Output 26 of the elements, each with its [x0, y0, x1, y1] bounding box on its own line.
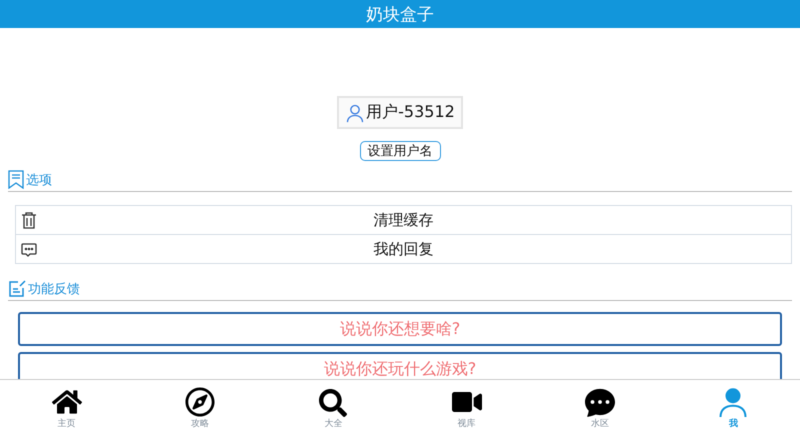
edit-icon — [8, 280, 26, 298]
nav-tab[interactable]: 我 — [666, 380, 800, 431]
username: 用户-53512 — [366, 102, 455, 123]
option-label: 清理缓存 — [374, 210, 434, 230]
nav-tab[interactable]: 视库 — [400, 380, 534, 431]
option-row[interactable]: 清理缓存 — [16, 206, 791, 234]
option-label: 我的回复 — [374, 240, 434, 258]
section-title: 选项 — [26, 172, 52, 188]
nav-tab[interactable]: 攻略 — [133, 380, 267, 431]
search-icon[interactable] — [319, 389, 348, 417]
trash-icon — [21, 212, 37, 229]
nav-tab[interactable]: 主页 — [0, 380, 134, 431]
feedback-button[interactable]: 说说你还玩什么游戏? — [18, 352, 782, 379]
nav-tab[interactable]: 大全 — [266, 380, 400, 431]
chat-icon[interactable] — [584, 387, 615, 417]
feedback-button[interactable]: 说说你还想要啥? — [18, 312, 782, 346]
set-username-button[interactable]: 设置用户名 — [360, 141, 440, 161]
user-icon[interactable] — [718, 387, 748, 417]
nav-tab[interactable]: 水区 — [533, 380, 667, 431]
section-title: 功能反馈 — [28, 281, 80, 298]
app-title: 奶块盒子 — [0, 0, 800, 28]
compass-icon[interactable] — [184, 387, 215, 417]
option-row[interactable]: 我的回复 — [16, 234, 791, 263]
comment-icon — [21, 243, 37, 258]
bookmark-icon — [8, 170, 24, 189]
user-icon — [345, 102, 366, 122]
